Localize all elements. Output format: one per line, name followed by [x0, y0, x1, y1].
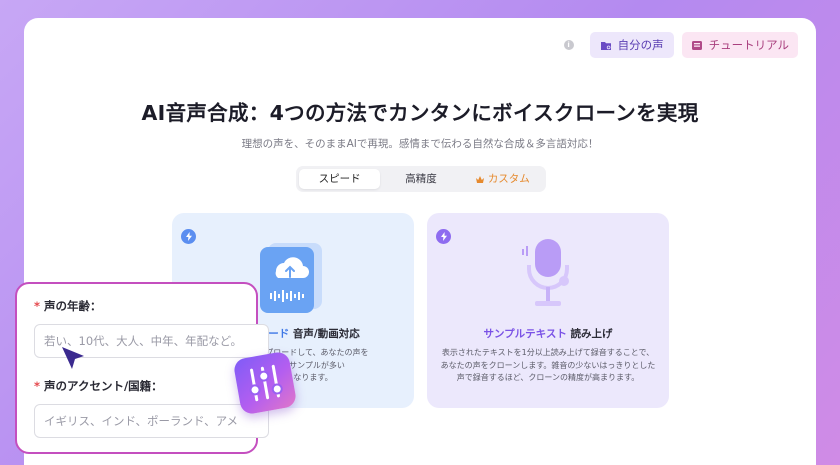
- crown-icon: [475, 175, 484, 183]
- my-voice-label: 自分の声: [617, 38, 664, 52]
- tab-speed[interactable]: スピード: [299, 169, 381, 189]
- top-toolbar: i 自分の声 チュートリアル: [563, 32, 798, 58]
- sample-card-title-highlight: サンプルテキスト: [483, 328, 567, 340]
- mode-tabs: スピード 高精度 カスタム: [296, 166, 546, 192]
- mouse-cursor-icon: [62, 347, 84, 369]
- tab-custom[interactable]: カスタム: [462, 169, 543, 189]
- required-mark: *: [34, 379, 41, 393]
- tab-custom-label: カスタム: [487, 173, 530, 185]
- age-label: * 声の年齢：: [34, 298, 102, 314]
- sample-card-title: サンプルテキスト 読み上げ: [427, 326, 669, 341]
- equalizer-icon: [232, 350, 298, 416]
- bolt-icon: [436, 229, 451, 244]
- tab-high-precision[interactable]: 高精度: [380, 169, 461, 189]
- folder-voice-icon: [600, 41, 611, 50]
- sample-text-card[interactable]: サンプルテキスト 読み上げ 表示されたテキストを1分以上読み上げて録音することで…: [427, 213, 669, 408]
- info-icon[interactable]: i: [563, 40, 574, 50]
- age-label-text: 声の年齢：: [44, 299, 102, 313]
- cloud-upload-icon: [260, 243, 322, 313]
- sample-card-description: 表示されたテキストを1分以上読み上げて録音することで、あなたの声をクローンします…: [440, 348, 656, 382]
- tutorial-button[interactable]: チュートリアル: [681, 32, 798, 58]
- microphone-icon: [522, 239, 569, 306]
- upload-card-title-rest: 音声/動画対応: [289, 328, 360, 340]
- required-mark: *: [34, 299, 41, 313]
- tutorial-label: チュートリアル: [708, 38, 789, 52]
- accent-input[interactable]: イギリス、インド、ポーランド、アメ: [34, 404, 269, 438]
- accent-label: * 声のアクセント/国籍：: [34, 378, 163, 394]
- bolt-icon: [181, 229, 196, 244]
- book-icon: [691, 40, 702, 50]
- accent-label-text: 声のアクセント/国籍：: [44, 379, 163, 393]
- voice-attributes-panel: * 声の年齢： 若い、10代、大人、中年、年配など。 * 声のアクセント/国籍： イ…: [15, 282, 269, 454]
- my-voice-button[interactable]: 自分の声: [589, 32, 674, 58]
- page-subtitle: 理想の声を、そのままAIで再現。感情まで伝わる自然な合成＆多言語対応！: [241, 138, 599, 150]
- sample-card-title-rest: 読み上げ: [566, 328, 613, 340]
- page-title: AI音声合成：4つの方法でカンタンにボイスクローンを実現: [141, 101, 699, 125]
